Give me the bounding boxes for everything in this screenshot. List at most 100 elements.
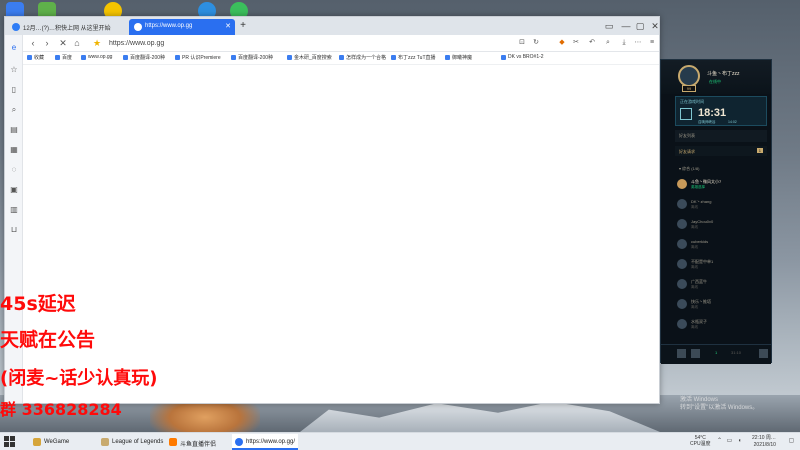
ingame-timer-box: 正在游戏时间 18:31 召唤师峡谷 14:02 [675,96,767,126]
bookmark-item[interactable]: 布丁zzz TuT直播 [391,54,436,61]
bookmark-item[interactable]: 百度 [55,54,72,61]
chat-icon[interactable] [677,349,686,358]
friend-item[interactable]: 快乐丶推塔 离线 [677,298,767,314]
bookmark-item[interactable]: PR 认识Premiere [175,54,221,61]
undo-icon[interactable]: ↶ [587,38,597,48]
tab-favicon-icon [134,23,142,31]
ingame-map: 召唤师峡谷 [698,120,716,124]
friend-item[interactable]: 斗鱼丶微风太小7 英雄选择 [677,178,767,194]
tray-chevron-icon[interactable]: ⌃ [716,438,723,445]
summoner-name: 斗鱼丶布丁zzz [707,71,740,77]
network-icon[interactable]: ▭ [726,438,733,445]
tab-label: https://www.op.gg [145,23,193,29]
new-tab-button[interactable]: + [237,20,249,31]
footer-time: 31:10 [731,350,742,355]
page-content-blank [23,65,659,403]
history-icon[interactable]: ▯ [9,85,19,95]
browser-icon [235,438,243,446]
friend-item[interactable]: 不配是中单1 离线 [677,258,767,274]
forward-icon[interactable]: › [41,37,53,49]
friend-requests-row[interactable]: 好友请求 1 [675,146,767,156]
game-icon[interactable]: ◆ [557,38,567,48]
search-icon[interactable]: ⌕ [9,105,19,115]
minimize-button[interactable]: — [619,19,633,33]
bookmark-item[interactable]: 金木研_百度搜索 [287,54,332,61]
friend-avatar [677,279,687,289]
friend-status: 离线 [691,245,698,249]
taskbar-item-label: League of Legends [112,439,164,445]
wegame-icon [33,438,41,446]
bookmark-item[interactable]: DK vs BRO#1-2 [501,54,544,60]
book-icon[interactable]: ▥ [9,205,19,215]
mic-icon[interactable] [691,349,700,358]
browser-tab-active[interactable]: https://www.op.gg ✕ [129,19,235,35]
friend-name: JayChou0v0 [691,219,714,224]
friend-item[interactable]: DK丶zhang 离线 [677,198,767,214]
ingame-label: 正在游戏时间 [680,99,704,104]
bookmark-item[interactable]: 收藏 [27,54,44,61]
maximize-button[interactable]: ▢ [633,19,647,33]
taskbar-item-douyu[interactable]: 斗鱼直播伴侣 [166,434,232,450]
friend-item[interactable]: 水瓶双子 离线 [677,318,767,334]
bag-icon[interactable]: ▣ [9,185,19,195]
friends-title: 好友列表 [679,133,695,138]
client-footer-bar: 1 31:10 [661,344,771,364]
url-input[interactable] [105,37,505,50]
friend-requests-label: 好友请求 [679,149,695,154]
taskbar-item-lol[interactable]: League of Legends [98,434,164,450]
stream-overlay-delay: 45s延迟 [0,293,76,315]
bookmark-item[interactable]: 怎样成为一个合格 [339,54,386,61]
summoner-status[interactable]: 在线中 [709,79,721,85]
friend-item[interactable]: JayChou0v0 离线 [677,218,767,234]
activate-title: 激活 Windows [680,397,719,403]
avatar[interactable] [678,65,700,87]
close-window-button[interactable]: ✕ [648,19,662,33]
taskbar: WeGame League of Legends 斗鱼直播伴侣 https://… [0,432,800,450]
browser-logo-icon[interactable]: e [9,43,19,53]
tray-temperature[interactable]: 54°C CPU温度 [690,435,711,447]
chat-icon[interactable]: ◌ [9,165,19,175]
bookmark-item[interactable]: 百度翻译-200种 [231,54,273,61]
translate-icon[interactable]: ⌕ [603,38,613,48]
favorites-icon[interactable]: ☆ [9,65,19,75]
scissors-icon[interactable]: ✂ [571,38,581,48]
stop-icon[interactable]: ✕ [57,37,69,49]
window-menu-button[interactable]: ▭ [602,19,616,33]
home-icon[interactable]: ⌂ [71,37,83,49]
bookmark-item[interactable]: www.op.gg [81,54,112,60]
back-icon[interactable]: ‹ [27,37,39,49]
volume-icon[interactable]: ◖ [736,438,743,445]
friend-status: 离线 [691,225,698,229]
tab-close-icon[interactable]: ✕ [225,22,231,30]
settings-icon[interactable] [759,349,768,358]
apps-icon[interactable]: ▦ [9,145,19,155]
extensions-icon[interactable]: ⋯ [633,38,643,48]
system-clock[interactable]: 22:10 周… 2021/8/10 [752,435,776,449]
download-icon[interactable]: ⤓ [619,38,629,48]
browser-tab[interactable]: 12月…(?)…积快上网 从这里开始 [7,19,127,35]
menu-icon[interactable]: ≡ [647,38,657,48]
bookmark-star-icon[interactable]: ★ [91,37,103,49]
taskbar-item-wegame[interactable]: WeGame [30,434,96,450]
friend-avatar [677,319,687,329]
tab-favicon-icon [12,23,20,31]
notification-icon[interactable]: ▢ [788,438,795,445]
friend-requests-count: 1 [756,148,763,153]
friend-status: 离线 [691,325,698,329]
stream-overlay-talent: 天赋在公告 [0,329,96,351]
windows-start-icon[interactable] [4,436,16,448]
taskbar-item-browser[interactable]: https://www.op.gg/ [232,434,298,450]
friend-item[interactable]: cuberkids 离线 [677,238,767,254]
reader-icon[interactable]: ⊡ [517,38,527,48]
friend-group-label[interactable]: ▾ 综合 (1/8) [679,166,699,172]
refresh-icon[interactable]: ↻ [531,38,541,48]
bookmark-item[interactable]: 御曦神魔 [445,54,472,61]
cart-icon[interactable]: ⊔ [9,225,19,235]
bookmark-item[interactable]: 百度翻译-200种 [123,54,165,61]
notes-icon[interactable]: ▤ [9,125,19,135]
friend-item[interactable]: 广西蓝牛 离线 [677,278,767,294]
friend-status: 离线 [691,265,698,269]
friend-avatar [677,259,687,269]
map-icon [680,108,692,120]
taskbar-item-label: 斗鱼直播伴侣 [180,442,217,448]
